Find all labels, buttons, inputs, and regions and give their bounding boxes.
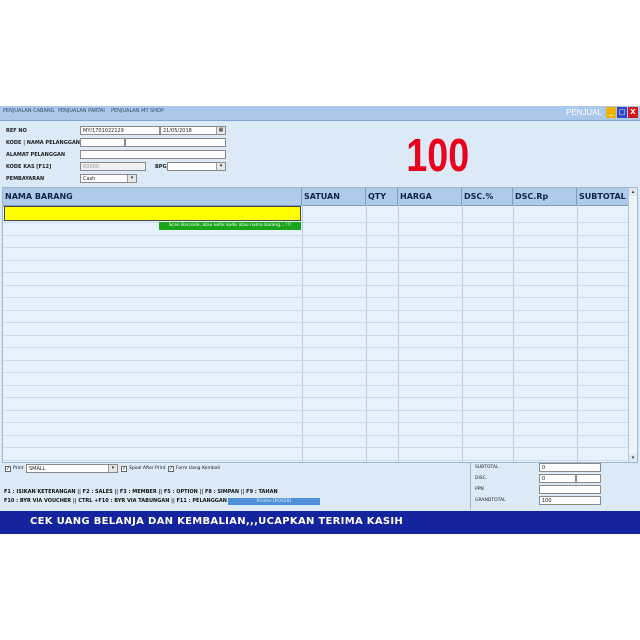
nama-pelanggan-field[interactable] (125, 138, 226, 147)
kode-pelanggan-field[interactable] (80, 138, 125, 147)
grid-row-line (3, 447, 631, 448)
grid-row-line (3, 260, 631, 261)
item-grid[interactable]: NAMA BARANG SATUAN QTY HARGA DSC.% DSC.R… (2, 187, 638, 463)
grid-column-line (462, 205, 463, 462)
disc-field[interactable]: 0 (539, 474, 576, 483)
minimize-button[interactable]: _ (606, 107, 616, 118)
maximize-button[interactable]: □ (617, 107, 627, 118)
grid-column-line (398, 205, 399, 462)
grid-row-line (3, 322, 631, 323)
ppn-field[interactable] (539, 485, 601, 494)
tab-penjualan-cabang[interactable]: PENJUALAN CABANG (3, 108, 55, 114)
chevron-down-icon[interactable]: ▾ (216, 163, 225, 170)
fkeys-line-1: F1 : ISIKAN KETERANGAN || F2 : SALES || … (4, 489, 278, 495)
scroll-up-icon[interactable]: ▴ (629, 188, 637, 196)
grid-row-line (3, 422, 631, 423)
form-uang-label: Form Uang Kembali (176, 466, 220, 471)
grid-row-line (3, 272, 631, 273)
form-uang-checkbox[interactable]: ✓ (168, 466, 174, 472)
col-satuan[interactable]: SATUAN (302, 188, 366, 205)
col-dsc-rp[interactable]: DSC.Rp (513, 188, 577, 205)
grid-row-line (3, 235, 631, 236)
alamat-pelanggan-field[interactable] (80, 150, 226, 159)
disc-extra-field[interactable] (576, 474, 601, 483)
big-total-display: 100 (406, 129, 470, 181)
pembayaran-select[interactable]: Cash ▾ (80, 174, 137, 183)
print-size-select[interactable]: SMALL ▾ (26, 464, 118, 473)
title-bar: PENJUALAN CABANG PENJUALAN PARTAI PENJUA… (0, 106, 640, 121)
grid-column-line (513, 205, 514, 462)
grid-column-line (366, 205, 367, 462)
bpg-select[interactable]: ▾ (167, 162, 226, 171)
grid-row-line (3, 347, 631, 348)
kode-kas-label: KODE KAS [F12] (6, 164, 52, 170)
print-checkbox[interactable]: ✓ (5, 466, 11, 472)
col-subtotal[interactable]: SUBTOTAL (577, 188, 631, 205)
grid-row-line (3, 360, 631, 361)
col-harga[interactable]: HARGA (398, 188, 462, 205)
subtotal-field: 0 (539, 463, 601, 472)
printer-status: Printer [POS58] (228, 498, 320, 505)
pembayaran-value: Cash (83, 176, 96, 182)
grandtotal-label: GRANDTOTAL (475, 498, 506, 503)
grid-row-line (3, 297, 631, 298)
chevron-down-icon[interactable]: ▾ (127, 175, 136, 182)
alamat-pelanggan-label: ALAMAT PELANGGAN (6, 152, 66, 158)
scan-hint: Scan Barcode, atau ketik kode atau nama … (159, 222, 301, 230)
tab-penjualan-partai[interactable]: PENJUALAN PARTAI (58, 108, 105, 114)
footer-message: CEK UANG BELANJA DAN KEMBALIAN,,,UCAPKAN… (30, 516, 404, 527)
grandtotal-field: 100 (539, 496, 601, 505)
grid-column-line (302, 205, 303, 462)
grid-row-line (3, 397, 631, 398)
subtotal-label: SUBTOTAL (475, 465, 499, 470)
tab-penjualan-my-shop[interactable]: PENJUALAN MY SHOP (111, 108, 164, 114)
footer-banner: CEK UANG BELANJA DAN KEMBALIAN,,,UCAPKAN… (0, 511, 640, 534)
grid-row-line (3, 222, 631, 223)
grid-column-line (577, 205, 578, 462)
print-size-value: SMALL (29, 466, 46, 472)
spool-checkbox[interactable]: ✓ (121, 466, 127, 472)
window-title: PENJUAL (565, 108, 602, 117)
grid-row-line (3, 435, 631, 436)
pembayaran-label: PEMBAYARAN (6, 176, 45, 182)
disc-label: DISC. (475, 476, 488, 481)
grid-row-line (3, 385, 631, 386)
grid-row-line (3, 310, 631, 311)
spool-label: Spool After Print (129, 466, 166, 471)
date-field[interactable]: 21/05/2018 ▦ (160, 126, 226, 135)
grid-row-line (3, 460, 631, 461)
bpg-label: BPG (155, 164, 167, 170)
totals-panel: SUBTOTAL 0 DISC. 0 PPN GRANDTOTAL 100 (470, 462, 639, 510)
barcode-input[interactable] (4, 206, 301, 221)
grid-row-line (3, 372, 631, 373)
kode-kas-field[interactable]: K0000 (80, 162, 146, 171)
scroll-down-icon[interactable]: ▾ (629, 454, 637, 462)
ref-no-label: REF NO (6, 128, 27, 134)
grid-row-line (3, 335, 631, 336)
col-nama-barang[interactable]: NAMA BARANG (3, 188, 302, 205)
grid-row-line (3, 285, 631, 286)
ppn-label: PPN (475, 487, 484, 492)
grid-row-line (3, 247, 631, 248)
kode-nama-pelanggan-label: KODE | NAMA PELANGGAN (6, 140, 80, 146)
close-button[interactable]: X (628, 107, 638, 118)
col-dsc-persen[interactable]: DSC.% (462, 188, 513, 205)
grid-header: NAMA BARANG SATUAN QTY HARGA DSC.% DSC.R… (3, 188, 631, 206)
print-label: Print (13, 466, 24, 471)
date-value: 21/05/2018 (163, 128, 192, 134)
fkeys-line-2: F10 : BYR VIA VOUCHER || CTRL +F10 : BYR… (4, 498, 227, 504)
pos-window: PENJUALAN CABANG PENJUALAN PARTAI PENJUA… (0, 106, 640, 534)
grid-scrollbar[interactable]: ▴ ▾ (628, 188, 637, 462)
calendar-icon[interactable]: ▦ (216, 127, 225, 134)
ref-no-field[interactable]: MY/1701022129 (80, 126, 160, 135)
grid-row-line (3, 410, 631, 411)
col-qty[interactable]: QTY (366, 188, 398, 205)
chevron-down-icon[interactable]: ▾ (108, 465, 117, 472)
